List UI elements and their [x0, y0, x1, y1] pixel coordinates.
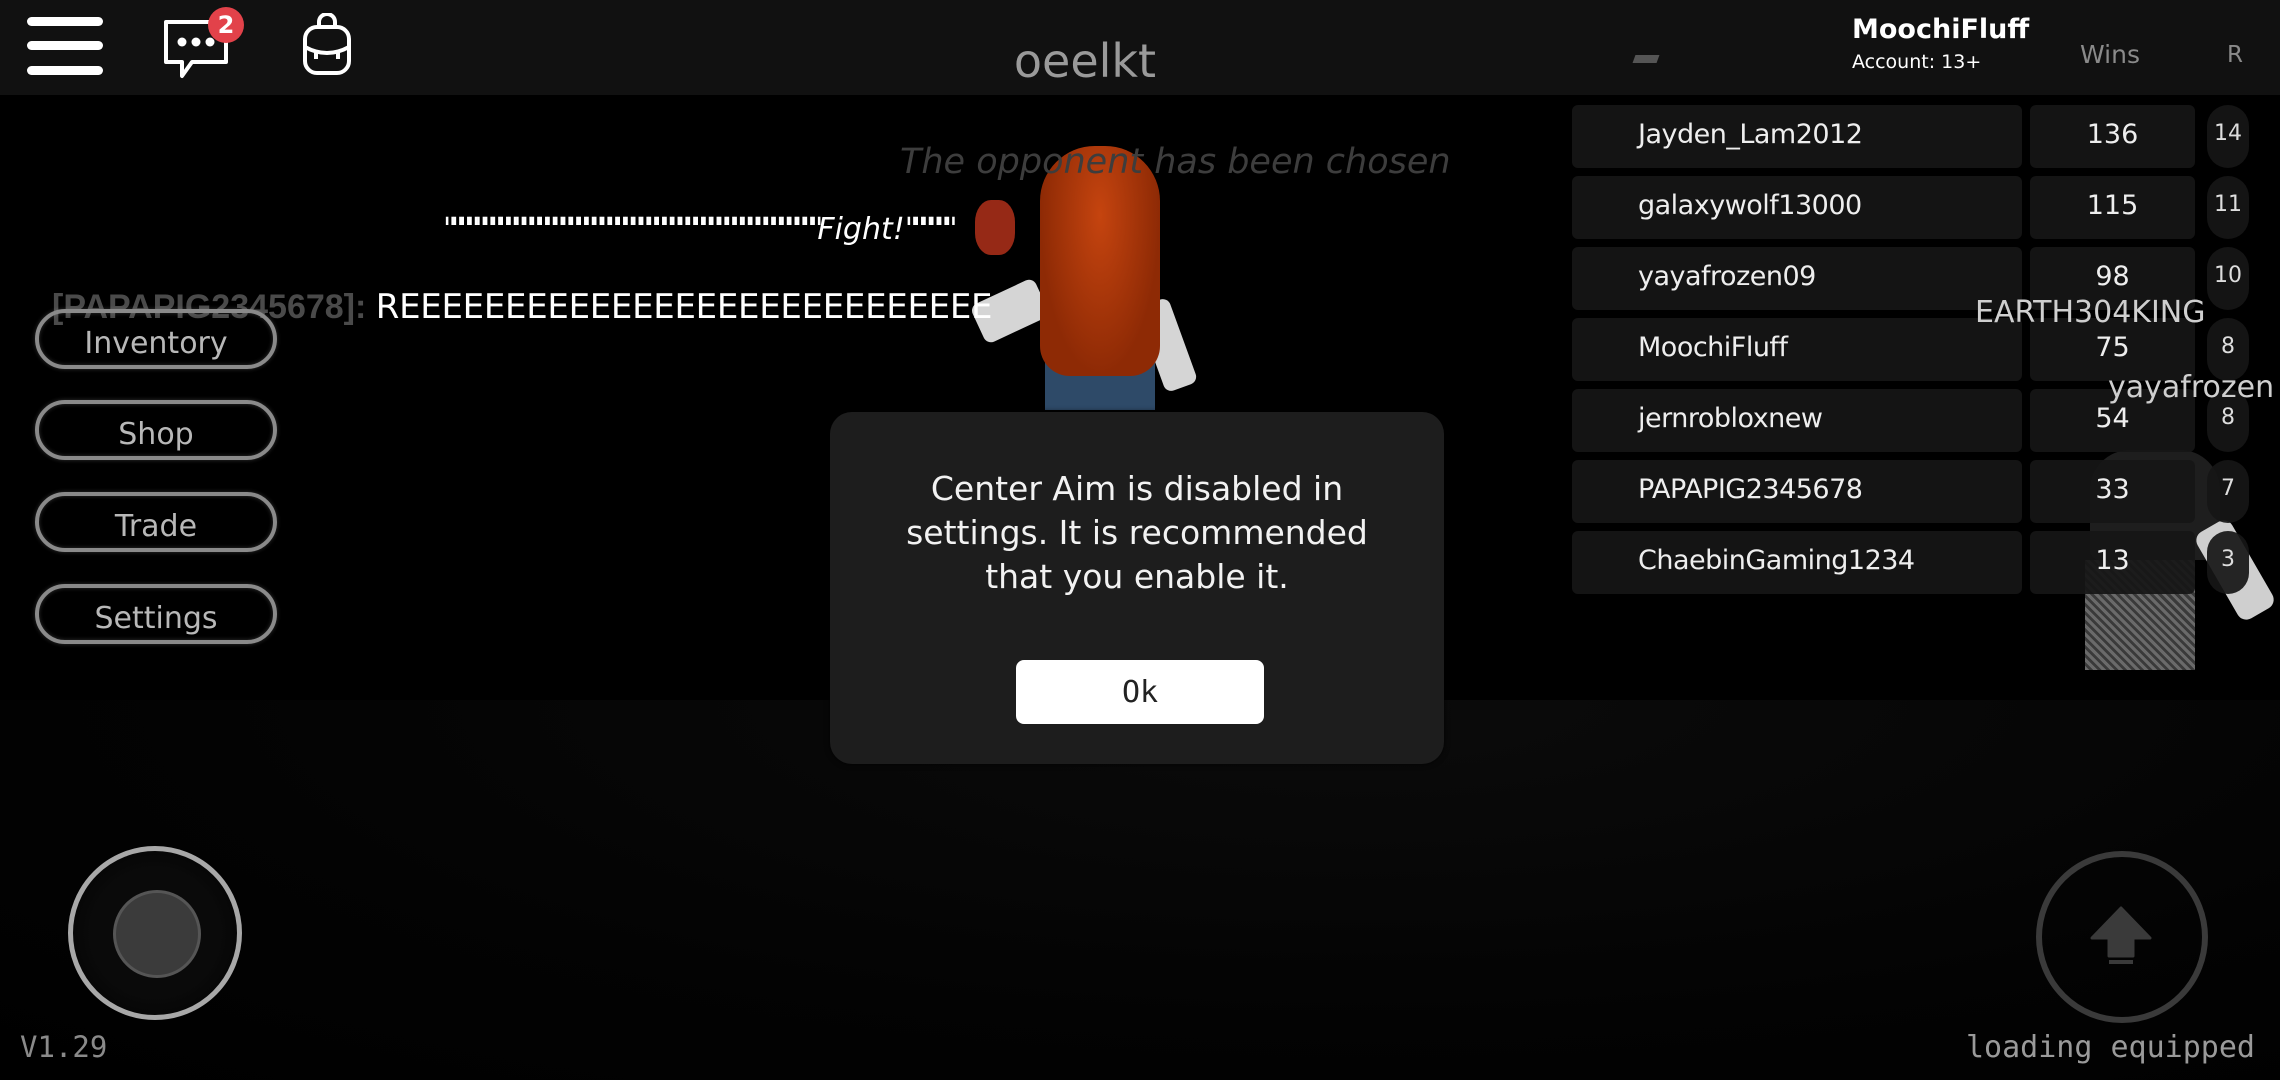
- player-nametag: yayafrozen: [2108, 370, 2275, 405]
- settings-button[interactable]: Settings: [35, 584, 277, 644]
- trade-button[interactable]: Trade: [35, 492, 277, 552]
- ok-button[interactable]: Ok: [1016, 660, 1264, 724]
- joystick-thumb[interactable]: [113, 890, 201, 978]
- leaderboard-row[interactable]: PAPAPIG2345678 33 7: [1570, 457, 2280, 528]
- player-r: 3: [2221, 547, 2235, 572]
- leaderboard-toggle-icon[interactable]: [1632, 55, 1660, 63]
- jump-arrow-icon: [2090, 906, 2152, 966]
- player-wins: 54: [2095, 403, 2130, 434]
- player-r: 7: [2221, 476, 2235, 501]
- version-label: V1.29: [20, 1030, 108, 1064]
- fight-quotes-left: """"""""""""""""""""""""""""""""""""""""…: [443, 212, 823, 247]
- player-name: jernrobloxnew: [1638, 403, 1823, 434]
- player-name: Jayden_Lam2012: [1638, 119, 1863, 150]
- inventory-button[interactable]: Inventory: [35, 309, 277, 369]
- player-name: ChaebinGaming1234: [1638, 545, 1915, 576]
- server-name: oeelkt: [1013, 34, 1157, 88]
- leaderboard-column-r: R: [2227, 42, 2243, 68]
- player-r: 10: [2214, 263, 2242, 288]
- player-name: yayafrozen09: [1638, 261, 1816, 292]
- fight-banner: """"""""""""""""""""""""""""""""""""""""…: [443, 210, 958, 250]
- leaderboard: Jayden_Lam2012 136 14 galaxywolf13000 11…: [1570, 102, 2280, 599]
- leaderboard-column-wins: Wins: [2080, 40, 2140, 69]
- leaderboard-row[interactable]: Jayden_Lam2012 136 14: [1570, 102, 2280, 173]
- chat-notification-badge: 2: [208, 7, 244, 43]
- player-name: PAPAPIG2345678: [1638, 474, 1863, 505]
- player-wins: 13: [2095, 545, 2130, 576]
- center-aim-dialog: Center Aim is disabled in settings. It i…: [830, 412, 1444, 764]
- player-name: MoochiFluff: [1638, 332, 1788, 363]
- pet-sprite: [975, 200, 1015, 255]
- opponent-chosen-message: The opponent has been chosen: [900, 142, 1451, 182]
- player-wins: 98: [2095, 261, 2130, 292]
- menu-icon[interactable]: [27, 17, 103, 75]
- leaderboard-row[interactable]: galaxywolf13000 115 11: [1570, 173, 2280, 244]
- player-wins: 33: [2095, 474, 2130, 505]
- player-r: 8: [2221, 405, 2235, 430]
- player-r: 14: [2214, 121, 2242, 146]
- leaderboard-row[interactable]: ChaebinGaming1234 13 3: [1570, 528, 2280, 599]
- chat-text: REEEEEEEEEEEEEEEEEEEEEEEEEEEE: [375, 287, 993, 327]
- loading-status: loading equipped: [1966, 1030, 2255, 1065]
- player-wins: 115: [2086, 190, 2139, 221]
- fight-word: Fight!: [817, 212, 905, 247]
- player-name: galaxywolf13000: [1638, 190, 1862, 221]
- player-r: 8: [2221, 334, 2235, 359]
- fight-quotes-right: """""": [904, 212, 958, 247]
- account-age-label: Account: 13+: [1852, 51, 1982, 73]
- player-wins: 136: [2086, 119, 2139, 150]
- player-wins: 75: [2095, 332, 2130, 363]
- player-nametag: EARTH304KING: [1975, 295, 2206, 330]
- dialog-message: Center Aim is disabled in settings. It i…: [906, 469, 1368, 596]
- leaderboard-current-user: MoochiFluff: [1852, 14, 2030, 45]
- player-r: 11: [2214, 192, 2242, 217]
- backpack-icon[interactable]: [302, 12, 352, 77]
- shop-button[interactable]: Shop: [35, 400, 277, 460]
